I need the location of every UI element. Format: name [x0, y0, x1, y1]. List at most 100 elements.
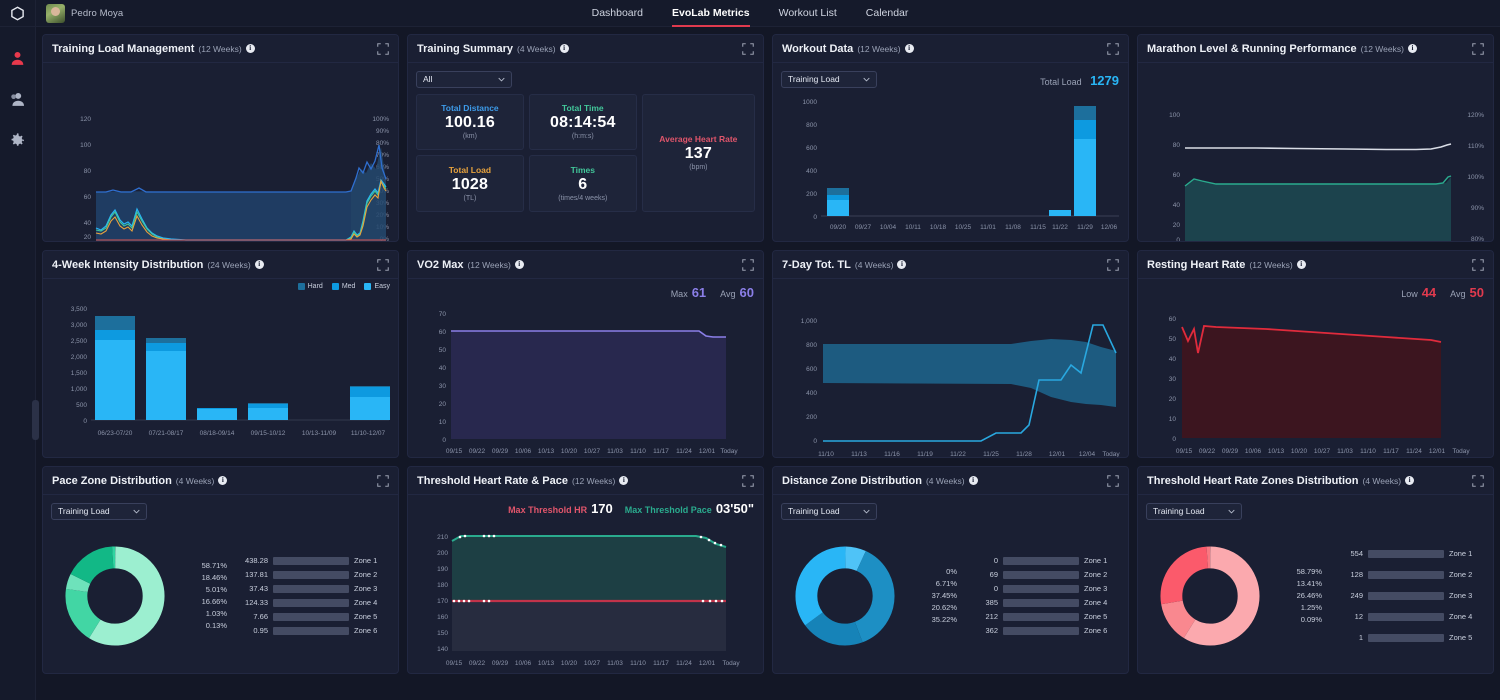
nav-item-calendar[interactable]: Calendar [866, 0, 909, 27]
panel-title: Resting Heart Rate [1147, 258, 1246, 271]
panel-resting-heart-rate: Resting Heart Rate (12 Weeks) i Low 44 Av… [1137, 250, 1494, 458]
svg-text:09/29: 09/29 [492, 660, 509, 667]
dashboard-grid: Training Load Management (12 Weeks) i 12… [42, 34, 1494, 674]
chevron-down-icon [133, 509, 140, 514]
svg-text:60: 60 [84, 194, 92, 201]
expand-icon[interactable] [742, 42, 754, 55]
percent-zone-5: 35.22% [931, 615, 957, 624]
expand-icon[interactable] [1472, 474, 1484, 487]
summary-filter-dropdown[interactable]: All [416, 70, 512, 88]
svg-text:1,500: 1,500 [71, 370, 88, 377]
threshold-stats: Max Threshold HR 170 Max Threshold Pace 03… [508, 500, 754, 518]
legend-swatch [297, 283, 305, 290]
tile-times: Times 6 (times/4 weeks) [528, 155, 637, 212]
svg-text:120: 120 [80, 116, 91, 123]
info-icon[interactable]: i [968, 476, 978, 485]
bar-track [273, 626, 349, 635]
bar-track [273, 570, 349, 579]
expand-icon[interactable] [1107, 42, 1119, 55]
threshold-zones-percents: 58.79% 13.41% 26.46% 1.25% 0.09% [1274, 567, 1322, 624]
svg-text:600: 600 [806, 145, 817, 152]
info-icon[interactable]: i [897, 260, 907, 269]
training-load-chart: 120 100 80 60 40 20 0 100% 90% 80% 70% 6… [80, 116, 389, 241]
nav-item-dashboard[interactable]: Dashboard [592, 0, 643, 27]
zone-label: Zone 5 [354, 612, 378, 621]
panel-title: VO2 Max [417, 258, 464, 271]
svg-text:80: 80 [1173, 142, 1181, 149]
info-icon[interactable]: i [254, 260, 264, 269]
svg-text:0: 0 [442, 437, 446, 444]
workout-metric-dropdown[interactable]: Training Load [781, 70, 877, 88]
info-icon[interactable]: i [1407, 44, 1417, 53]
nav-item-evolab-metrics[interactable]: EvoLab Metrics [671, 0, 750, 27]
svg-text:40: 40 [439, 365, 447, 372]
dropdown-value: Training Load [788, 506, 840, 516]
svg-text:09/29: 09/29 [492, 448, 509, 455]
info-icon[interactable]: i [619, 476, 629, 485]
pace-zone-metric-dropdown[interactable]: Training Load [51, 502, 147, 520]
bar-track [1003, 556, 1079, 565]
svg-text:1,000: 1,000 [801, 318, 818, 325]
max-threshold-pace-value: 03'50" [715, 501, 754, 516]
bar-value: 124.33 [245, 598, 268, 607]
legend-label: Hard [307, 283, 323, 290]
legend-item-med: Med [331, 283, 355, 290]
bar-row: 0 Zone 3 [965, 584, 1120, 593]
dropdown-value: Training Load [788, 74, 840, 84]
distance-zone-percents: 0% 6.71% 37.45% 20.62% 35.22% [909, 567, 957, 624]
info-icon[interactable]: i [904, 44, 914, 53]
expand-icon[interactable] [377, 42, 389, 55]
expand-icon[interactable] [1107, 474, 1119, 487]
panel-body: 1,000 800 600 400 200 0 11/10 11/13 11/16 11/1… [773, 279, 1128, 457]
bar-track [273, 612, 349, 621]
tile-unit: (bpm) [689, 164, 708, 171]
svg-text:50: 50 [1169, 336, 1177, 343]
svg-text:100%: 100% [1467, 174, 1484, 181]
expand-icon[interactable] [742, 474, 754, 487]
svg-text:150: 150 [437, 630, 448, 637]
bar-track [1003, 598, 1079, 607]
info-icon[interactable]: i [1296, 260, 1306, 269]
info-icon[interactable]: i [559, 44, 569, 53]
panel-training-summary: Training Summary (4 Weeks) i All Total D… [407, 34, 764, 242]
athlete-icon[interactable] [8, 49, 27, 68]
threshold-zones-metric-dropdown[interactable]: Training Load [1146, 502, 1242, 520]
info-icon[interactable]: i [218, 476, 228, 485]
expand-icon[interactable] [1107, 258, 1119, 271]
bar-value: 0 [993, 584, 998, 593]
panel-period: (4 Weeks) [516, 43, 556, 54]
svg-text:11/16: 11/16 [884, 451, 900, 457]
svg-text:10/20: 10/20 [561, 660, 578, 667]
panel-period: (24 Weeks) [207, 259, 251, 270]
expand-icon[interactable] [742, 258, 754, 271]
panel-period: (12 Weeks) [198, 43, 242, 54]
expand-icon[interactable] [377, 258, 389, 271]
vo2-stats: Max 61 Avg 60 [671, 284, 754, 302]
info-icon[interactable]: i [1405, 476, 1415, 485]
svg-text:11/01: 11/01 [980, 224, 996, 231]
expand-icon[interactable] [1472, 42, 1484, 55]
bar-row: 249 Zone 3 [1330, 591, 1485, 600]
zone-label: Zone 4 [1084, 598, 1108, 607]
vo2-max-value: 61 [691, 285, 707, 300]
info-icon[interactable]: i [514, 260, 524, 269]
gear-icon[interactable] [8, 131, 27, 150]
svg-text:09/22: 09/22 [1199, 448, 1216, 455]
svg-text:10/13-11/09: 10/13-11/09 [302, 430, 337, 437]
zone-label: Zone 2 [354, 570, 378, 579]
distance-zone-metric-dropdown[interactable]: Training Load [781, 502, 877, 520]
rhr-low-label: Low [1401, 289, 1418, 299]
bar-track [1368, 549, 1444, 558]
svg-text:40: 40 [84, 220, 92, 227]
panel-period: (12 Weeks) [467, 259, 511, 270]
users-icon[interactable] [8, 90, 27, 109]
expand-icon[interactable] [1472, 258, 1484, 271]
panel-body: Training Load Total Load 1279 1000 800 6… [773, 63, 1128, 241]
bar-value: 438.28 [245, 556, 268, 565]
expand-icon[interactable] [377, 474, 389, 487]
sidebar-resize-handle[interactable] [32, 400, 39, 440]
nav-item-workout-list[interactable]: Workout List [779, 0, 837, 27]
info-icon[interactable]: i [245, 44, 255, 53]
svg-text:11/15: 11/15 [1030, 224, 1046, 231]
zone-label: Zone 2 [1084, 570, 1108, 579]
